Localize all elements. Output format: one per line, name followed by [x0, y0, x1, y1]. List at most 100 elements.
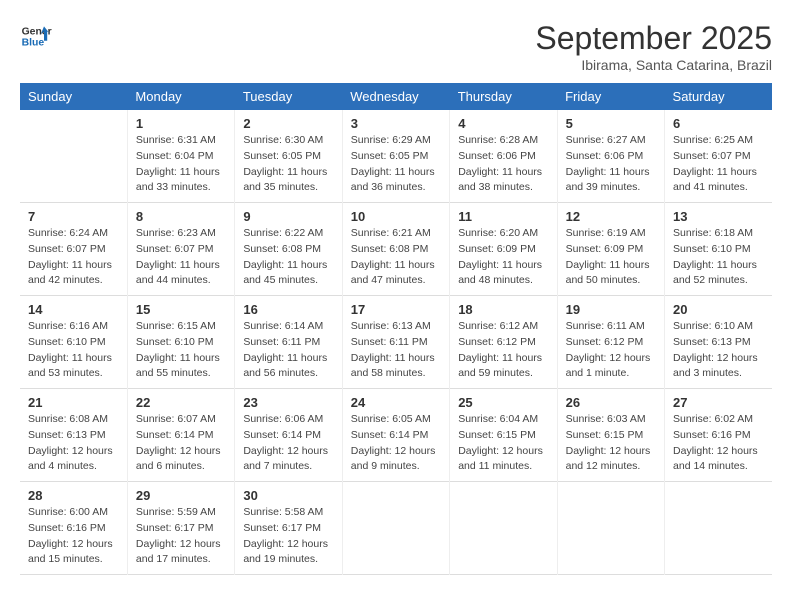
day-number: 20 [673, 302, 764, 317]
day-number: 5 [566, 116, 656, 131]
day-info: Sunrise: 6:29 AMSunset: 6:05 PMDaylight:… [351, 133, 441, 196]
calendar-day-cell: 23 Sunrise: 6:06 AMSunset: 6:14 PMDayligh… [235, 389, 342, 482]
calendar-day-cell [342, 482, 449, 575]
day-header: Tuesday [235, 83, 342, 110]
day-number: 15 [136, 302, 226, 317]
calendar-header-row: SundayMondayTuesdayWednesdayThursdayFrid… [20, 83, 772, 110]
calendar-day-cell: 13 Sunrise: 6:18 AMSunset: 6:10 PMDayligh… [665, 203, 772, 296]
day-header: Monday [127, 83, 234, 110]
svg-text:General: General [22, 26, 52, 37]
calendar-day-cell: 2 Sunrise: 6:30 AMSunset: 6:05 PMDaylight… [235, 110, 342, 203]
day-info: Sunrise: 6:15 AMSunset: 6:10 PMDaylight:… [136, 319, 226, 382]
day-info: Sunrise: 6:16 AMSunset: 6:10 PMDaylight:… [28, 319, 119, 382]
day-info: Sunrise: 6:31 AMSunset: 6:04 PMDaylight:… [136, 133, 226, 196]
day-number: 11 [458, 209, 548, 224]
calendar-day-cell: 21 Sunrise: 6:08 AMSunset: 6:13 PMDayligh… [20, 389, 127, 482]
day-header: Friday [557, 83, 664, 110]
day-number: 4 [458, 116, 548, 131]
calendar-day-cell: 29Sunrise: 5:59 AMSunset: 6:17 PMDayligh… [127, 482, 234, 575]
day-info: Sunrise: 6:10 AMSunset: 6:13 PMDaylight:… [673, 319, 764, 382]
calendar-day-cell: 19Sunrise: 6:11 AMSunset: 6:12 PMDayligh… [557, 296, 664, 389]
day-info: Sunrise: 6:13 AMSunset: 6:11 PMDaylight:… [351, 319, 441, 382]
calendar-day-cell: 20 Sunrise: 6:10 AMSunset: 6:13 PMDayligh… [665, 296, 772, 389]
calendar-day-cell: 11Sunrise: 6:20 AMSunset: 6:09 PMDayligh… [450, 203, 557, 296]
calendar-day-cell: 27Sunrise: 6:02 AMSunset: 6:16 PMDayligh… [665, 389, 772, 482]
day-info: Sunrise: 6:14 AMSunset: 6:11 PMDaylight:… [243, 319, 333, 382]
day-info: Sunrise: 6:23 AMSunset: 6:07 PMDaylight:… [136, 226, 226, 289]
day-number: 14 [28, 302, 119, 317]
day-info: Sunrise: 6:18 AMSunset: 6:10 PMDaylight:… [673, 226, 764, 289]
logo: General Blue [20, 20, 52, 52]
calendar-day-cell: 12Sunrise: 6:19 AMSunset: 6:09 PMDayligh… [557, 203, 664, 296]
calendar-day-cell: 4 Sunrise: 6:28 AMSunset: 6:06 PMDaylight… [450, 110, 557, 203]
calendar-day-cell: 24 Sunrise: 6:05 AMSunset: 6:14 PMDayligh… [342, 389, 449, 482]
day-number: 10 [351, 209, 441, 224]
day-info: Sunrise: 6:27 AMSunset: 6:06 PMDaylight:… [566, 133, 656, 196]
day-number: 8 [136, 209, 226, 224]
day-number: 29 [136, 488, 226, 503]
location: Ibirama, Santa Catarina, Brazil [535, 57, 772, 73]
day-info: Sunrise: 6:06 AMSunset: 6:14 PMDaylight:… [243, 412, 333, 475]
day-number: 3 [351, 116, 441, 131]
calendar-day-cell: 15 Sunrise: 6:15 AMSunset: 6:10 PMDayligh… [127, 296, 234, 389]
day-info: Sunrise: 6:22 AMSunset: 6:08 PMDaylight:… [243, 226, 333, 289]
day-header: Sunday [20, 83, 127, 110]
day-number: 24 [351, 395, 441, 410]
calendar-day-cell: 28Sunrise: 6:00 AMSunset: 6:16 PMDayligh… [20, 482, 127, 575]
day-number: 13 [673, 209, 764, 224]
calendar-day-cell: 10 Sunrise: 6:21 AMSunset: 6:08 PMDayligh… [342, 203, 449, 296]
calendar-day-cell [557, 482, 664, 575]
day-info: Sunrise: 6:07 AMSunset: 6:14 PMDaylight:… [136, 412, 226, 475]
calendar-day-cell: 16 Sunrise: 6:14 AMSunset: 6:11 PMDayligh… [235, 296, 342, 389]
day-number: 6 [673, 116, 764, 131]
day-number: 7 [28, 209, 119, 224]
day-info: Sunrise: 6:03 AMSunset: 6:15 PMDaylight:… [566, 412, 656, 475]
day-number: 18 [458, 302, 548, 317]
day-number: 1 [136, 116, 226, 131]
day-number: 25 [458, 395, 548, 410]
day-number: 30 [243, 488, 333, 503]
day-info: Sunrise: 6:11 AMSunset: 6:12 PMDaylight:… [566, 319, 656, 382]
day-info: Sunrise: 5:58 AMSunset: 6:17 PMDaylight:… [243, 505, 333, 568]
calendar-day-cell: 18 Sunrise: 6:12 AMSunset: 6:12 PMDayligh… [450, 296, 557, 389]
day-info: Sunrise: 6:28 AMSunset: 6:06 PMDaylight:… [458, 133, 548, 196]
logo-icon: General Blue [20, 20, 52, 52]
page-header: General Blue September 2025 Ibirama, San… [20, 20, 772, 73]
calendar-day-cell: 6Sunrise: 6:25 AMSunset: 6:07 PMDaylight… [665, 110, 772, 203]
day-header: Saturday [665, 83, 772, 110]
calendar-day-cell: 30 Sunrise: 5:58 AMSunset: 6:17 PMDayligh… [235, 482, 342, 575]
calendar-day-cell [450, 482, 557, 575]
day-number: 9 [243, 209, 333, 224]
day-header: Thursday [450, 83, 557, 110]
calendar-day-cell: 1 Sunrise: 6:31 AMSunset: 6:04 PMDaylight… [127, 110, 234, 203]
day-info: Sunrise: 6:05 AMSunset: 6:14 PMDaylight:… [351, 412, 441, 475]
day-info: Sunrise: 6:12 AMSunset: 6:12 PMDaylight:… [458, 319, 548, 382]
calendar-day-cell [665, 482, 772, 575]
calendar-day-cell: 17 Sunrise: 6:13 AMSunset: 6:11 PMDayligh… [342, 296, 449, 389]
day-info: Sunrise: 6:00 AMSunset: 6:16 PMDaylight:… [28, 505, 119, 568]
title-block: September 2025 Ibirama, Santa Catarina, … [535, 20, 772, 73]
day-number: 22 [136, 395, 226, 410]
calendar-week-row: 1 Sunrise: 6:31 AMSunset: 6:04 PMDaylight… [20, 110, 772, 203]
day-number: 16 [243, 302, 333, 317]
calendar-day-cell: 26Sunrise: 6:03 AMSunset: 6:15 PMDayligh… [557, 389, 664, 482]
calendar-day-cell: 22 Sunrise: 6:07 AMSunset: 6:14 PMDayligh… [127, 389, 234, 482]
calendar-week-row: 28Sunrise: 6:00 AMSunset: 6:16 PMDayligh… [20, 482, 772, 575]
calendar-day-cell [20, 110, 127, 203]
calendar-week-row: 21 Sunrise: 6:08 AMSunset: 6:13 PMDayligh… [20, 389, 772, 482]
day-number: 21 [28, 395, 119, 410]
day-info: Sunrise: 6:30 AMSunset: 6:05 PMDaylight:… [243, 133, 333, 196]
calendar-day-cell: 9 Sunrise: 6:22 AMSunset: 6:08 PMDaylight… [235, 203, 342, 296]
calendar-day-cell: 14 Sunrise: 6:16 AMSunset: 6:10 PMDayligh… [20, 296, 127, 389]
calendar-day-cell: 8 Sunrise: 6:23 AMSunset: 6:07 PMDaylight… [127, 203, 234, 296]
day-header: Wednesday [342, 83, 449, 110]
day-number: 23 [243, 395, 333, 410]
month-title: September 2025 [535, 20, 772, 57]
day-number: 17 [351, 302, 441, 317]
day-number: 12 [566, 209, 656, 224]
day-number: 2 [243, 116, 333, 131]
calendar-table: SundayMondayTuesdayWednesdayThursdayFrid… [20, 83, 772, 575]
day-info: Sunrise: 6:21 AMSunset: 6:08 PMDaylight:… [351, 226, 441, 289]
day-info: Sunrise: 6:24 AMSunset: 6:07 PMDaylight:… [28, 226, 119, 289]
day-info: Sunrise: 6:08 AMSunset: 6:13 PMDaylight:… [28, 412, 119, 475]
